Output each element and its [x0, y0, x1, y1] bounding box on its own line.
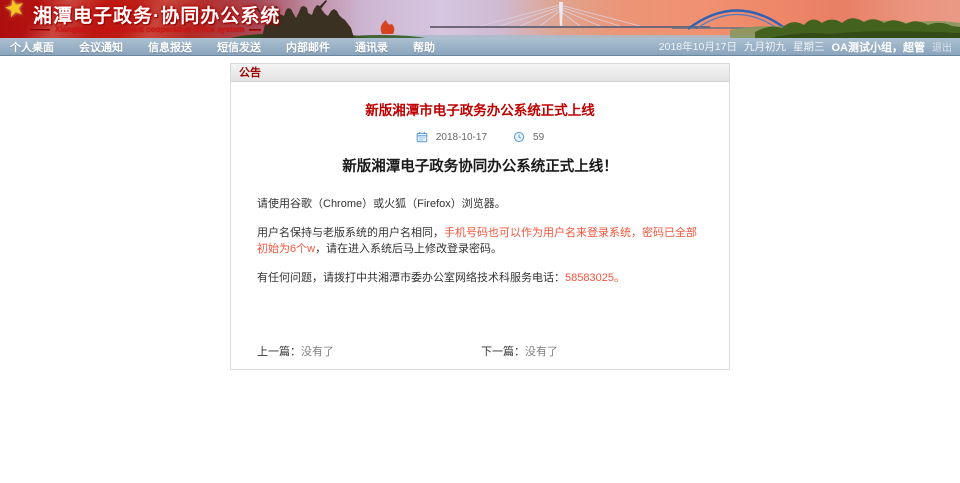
paragraph-text: 用户名保持与老版系统的用户名相同， — [257, 227, 444, 239]
calendar-icon — [416, 131, 428, 143]
nav-status-area: 2018年10月17日 九月初九 星期三 OA测试小组，超管 退出 — [659, 39, 952, 55]
paragraph-text: 有任何问题，请拨打中共湘潭市委办公室网络技术科服务电话： — [257, 272, 565, 284]
nav-item-personal-desktop[interactable]: 个人桌面 — [8, 39, 56, 55]
prev-article: 上一篇：没有了 — [257, 343, 334, 359]
next-article-value: 没有了 — [525, 346, 558, 358]
lunar-date: 九月初九 — [744, 39, 786, 54]
prev-article-value: 没有了 — [301, 346, 334, 358]
nav-item-internal-mail[interactable]: 内部邮件 — [284, 39, 332, 55]
article-date: 2018-10-17 — [436, 132, 487, 143]
paragraph-text: 请使用谷歌（Chrome）或火狐（Firefox）浏览器。 — [257, 198, 506, 210]
panel-header: 公告 — [231, 64, 729, 82]
nav-item-info-report[interactable]: 信息报送 — [146, 39, 194, 55]
logout-link[interactable]: 退出 — [932, 39, 952, 54]
support-phone-number: 58583025。 — [565, 272, 625, 284]
banner: ★ 湘潭电子政务·协同办公系统 Xiangtan e-government co… — [0, 0, 960, 38]
paragraph-support-contact: 有任何问题，请拨打中共湘潭市委办公室网络技术科服务电话：58583025。 — [257, 270, 703, 287]
nav-item-sms-send[interactable]: 短信发送 — [215, 39, 263, 55]
panel-body: 新版湘潭市电子政务办公系统正式上线 2018-10-17 59 新版湘潭电子政务… — [231, 99, 729, 369]
prev-article-label: 上一篇： — [257, 346, 301, 358]
app-title: 湘潭电子政务·协同办公系统 — [33, 1, 280, 28]
nav-item-help[interactable]: 帮助 — [411, 39, 437, 55]
nav-menu: 个人桌面 会议通知 信息报送 短信发送 内部邮件 通讯录 帮助 — [8, 39, 458, 55]
app-subtitle-text: Xiangtan e-government cooperative office… — [55, 25, 244, 34]
nav-item-contacts[interactable]: 通讯录 — [353, 39, 390, 55]
paragraph-browser-advice: 请使用谷歌（Chrome）或火狐（Firefox）浏览器。 — [257, 196, 703, 213]
current-date: 2018年10月17日 — [659, 39, 737, 54]
subtitle-rule-left — [30, 29, 50, 31]
views-clock-icon — [513, 131, 525, 143]
app-subtitle-en: Xiangtan e-government cooperative office… — [30, 25, 261, 34]
paragraph-login-info: 用户名保持与老版系统的用户名相同，手机号码也可以作为用户名来登录系统，密码已全部… — [257, 225, 703, 258]
next-article: 下一篇：没有了 — [481, 343, 558, 359]
next-article-label: 下一篇： — [481, 346, 525, 358]
article-subtitle: 新版湘潭电子政务协同办公系统正式上线！ — [231, 155, 729, 176]
article-pager: 上一篇：没有了 下一篇：没有了 — [231, 343, 729, 356]
nav-item-meeting-notice[interactable]: 会议通知 — [77, 39, 125, 55]
article-views: 59 — [533, 132, 544, 143]
current-user: OA测试小组，超管 — [832, 39, 926, 55]
article-title: 新版湘潭市电子政务办公系统正式上线 — [231, 99, 729, 119]
top-nav: 个人桌面 会议通知 信息报送 短信发送 内部邮件 通讯录 帮助 2018年10月… — [0, 38, 960, 56]
weekday: 星期三 — [793, 39, 825, 54]
paragraph-text: ，请在进入系统后马上修改登录密码。 — [315, 243, 502, 255]
article-meta: 2018-10-17 59 — [231, 131, 729, 143]
announcement-panel: 公告 新版湘潭市电子政务办公系统正式上线 2018-10-17 59 新版湘潭电… — [230, 63, 730, 370]
subtitle-rule-right — [249, 29, 261, 31]
